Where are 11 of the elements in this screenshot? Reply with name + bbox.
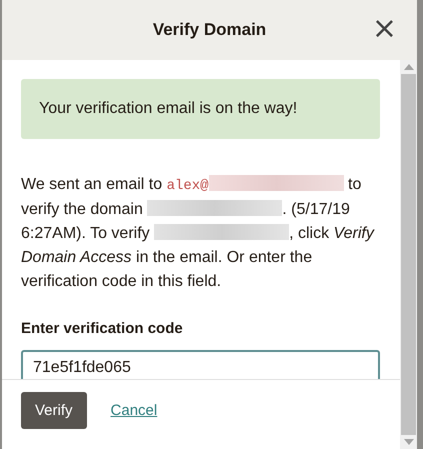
scrollbar[interactable] xyxy=(400,60,417,449)
cancel-link[interactable]: Cancel xyxy=(110,402,158,419)
close-button[interactable]: × xyxy=(370,14,399,44)
dialog-title: Verify Domain xyxy=(152,20,266,40)
scroll-down-icon[interactable] xyxy=(404,439,414,445)
verification-code-field[interactable]: 71e5f1fde065 xyxy=(21,350,380,379)
verify-button[interactable]: Verify xyxy=(21,392,87,429)
scroll-up-icon[interactable] xyxy=(404,64,414,70)
success-alert: Your verification email is on the way! xyxy=(21,79,380,139)
field-label: Enter verification code xyxy=(21,320,184,337)
instructions-paragraph: We sent an email to alex@ to verify the domain . (5/17/19 6:27AM). To verify , click Verify Domain Access in the email. Or enter the verification code in this field. xyxy=(21,174,374,292)
